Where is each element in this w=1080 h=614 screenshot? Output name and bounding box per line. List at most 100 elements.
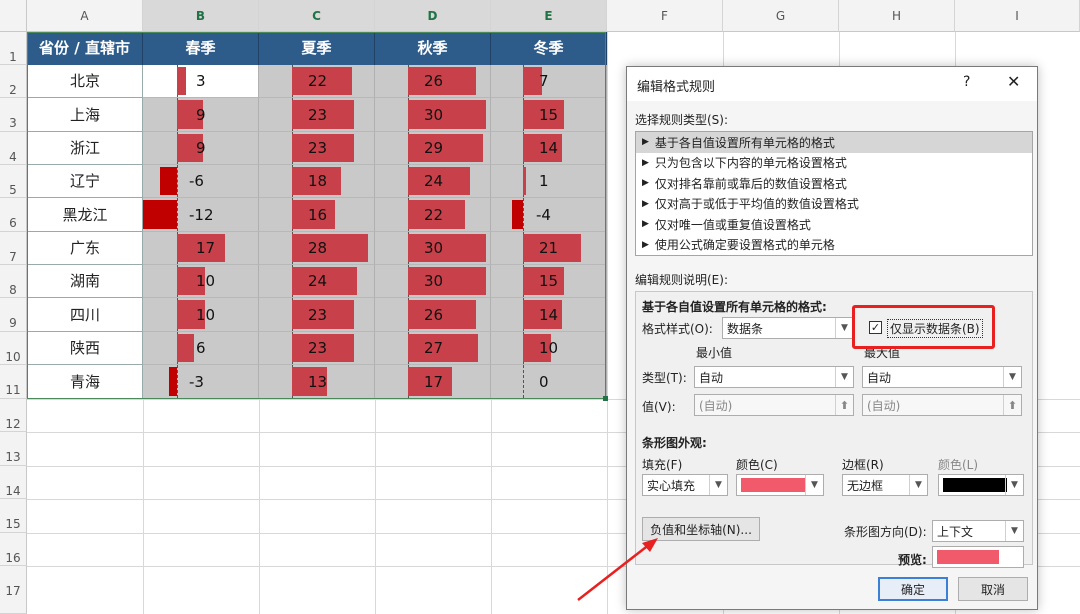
col-header-e[interactable]: E [491,0,607,32]
col-header-c[interactable]: C [259,0,375,32]
row-header[interactable]: 11 [0,365,27,399]
winter-cell[interactable]: 21 [491,232,607,265]
row-header[interactable]: 1 [0,32,27,65]
row-header[interactable]: 12 [0,399,27,432]
autumn-cell[interactable]: 17 [375,365,491,399]
summer-cell[interactable]: 22 [259,65,375,98]
col-header-f[interactable]: F [607,0,723,32]
row-header[interactable]: 9 [0,298,27,332]
ok-button[interactable]: 确定 [878,577,948,601]
winter-cell[interactable]: 7 [491,65,607,98]
winter-cell[interactable]: 0 [491,365,607,399]
header-province[interactable]: 省份 / 直辖市 [27,32,143,65]
province-cell[interactable]: 广东 [27,232,143,265]
autumn-cell[interactable]: 27 [375,332,491,365]
row-header[interactable]: 3 [0,98,27,132]
row-header[interactable]: 8 [0,265,27,298]
col-header-g[interactable]: G [723,0,839,32]
spring-cell[interactable]: 6 [143,332,259,365]
format-style-select[interactable]: 数据条 ▼ [722,317,854,339]
winter-cell[interactable]: -4 [491,198,607,232]
row-header[interactable]: 16 [0,533,27,566]
summer-cell[interactable]: 23 [259,332,375,365]
summer-cell[interactable]: 13 [259,365,375,399]
spring-cell[interactable]: 10 [143,265,259,298]
summer-cell[interactable]: 18 [259,165,375,198]
cancel-button[interactable]: 取消 [958,577,1028,601]
summer-cell[interactable]: 28 [259,232,375,265]
col-header-i[interactable]: I [955,0,1080,32]
spring-cell[interactable]: -6 [143,165,259,198]
row-header[interactable]: 4 [0,132,27,165]
select-all-corner[interactable] [0,0,27,32]
province-cell[interactable]: 四川 [27,298,143,332]
range-select-icon[interactable]: ⬆ [835,395,853,415]
summer-cell[interactable]: 23 [259,132,375,165]
summer-cell[interactable]: 24 [259,265,375,298]
autumn-cell[interactable]: 29 [375,132,491,165]
row-header[interactable]: 15 [0,499,27,533]
autumn-cell[interactable]: 30 [375,98,491,132]
max-type-select[interactable]: 自动 ▼ [862,366,1022,388]
rule-type-item[interactable]: ▶ 仅对唯一值或重复值设置格式 [636,214,1032,235]
autumn-cell[interactable]: 26 [375,298,491,332]
spring-cell[interactable]: 3 [143,65,259,98]
rule-type-item[interactable]: ▶ 基于各自值设置所有单元格的格式 [636,132,1032,153]
rule-type-item[interactable]: ▶ 使用公式确定要设置格式的单元格 [636,235,1032,256]
header-winter[interactable]: 冬季 [491,32,607,65]
border-color-picker[interactable]: ▼ [938,474,1024,496]
spring-cell[interactable]: 9 [143,98,259,132]
col-header-d[interactable]: D [375,0,491,32]
winter-cell[interactable]: 10 [491,332,607,365]
spring-cell[interactable]: -3 [143,365,259,399]
winter-cell[interactable]: 15 [491,98,607,132]
province-cell[interactable]: 湖南 [27,265,143,298]
row-header[interactable]: 2 [0,65,27,98]
rule-type-list[interactable]: ▶ 基于各自值设置所有单元格的格式 ▶ 只为包含以下内容的单元格设置格式 ▶ 仅对排名… [635,131,1033,256]
province-cell[interactable]: 浙江 [27,132,143,165]
province-cell[interactable]: 青海 [27,365,143,399]
range-select-icon[interactable]: ⬆ [1003,395,1021,415]
fill-handle[interactable] [603,396,608,401]
header-summer[interactable]: 夏季 [259,32,375,65]
province-cell[interactable]: 黑龙江 [27,198,143,232]
province-cell[interactable]: 北京 [27,65,143,98]
province-cell[interactable]: 陕西 [27,332,143,365]
rule-type-item[interactable]: ▶ 仅对高于或低于平均值的数值设置格式 [636,194,1032,215]
max-value-input[interactable]: (自动) ⬆ [862,394,1022,416]
spring-cell[interactable]: 17 [143,232,259,265]
header-spring[interactable]: 春季 [143,32,259,65]
rule-type-item[interactable]: ▶ 只为包含以下内容的单元格设置格式 [636,153,1032,174]
min-type-select[interactable]: 自动 ▼ [694,366,854,388]
province-cell[interactable]: 上海 [27,98,143,132]
col-header-b[interactable]: B [143,0,259,32]
row-header[interactable]: 13 [0,432,27,466]
close-icon[interactable]: ✕ [1007,72,1020,91]
col-header-h[interactable]: H [839,0,955,32]
spring-cell[interactable]: 9 [143,132,259,165]
border-select[interactable]: 无边框 ▼ [842,474,928,496]
province-cell[interactable]: 辽宁 [27,165,143,198]
row-header[interactable]: 14 [0,466,27,499]
row-header[interactable]: 10 [0,332,27,365]
fill-color-picker[interactable]: ▼ [736,474,824,496]
autumn-cell[interactable]: 30 [375,265,491,298]
fill-select[interactable]: 实心填充 ▼ [642,474,728,496]
rule-type-item[interactable]: ▶ 仅对排名靠前或靠后的数值设置格式 [636,173,1032,194]
spring-cell[interactable]: -12 [143,198,259,232]
autumn-cell[interactable]: 22 [375,198,491,232]
min-value-input[interactable]: (自动) ⬆ [694,394,854,416]
winter-cell[interactable]: 15 [491,265,607,298]
winter-cell[interactable]: 14 [491,298,607,332]
header-autumn[interactable]: 秋季 [375,32,491,65]
summer-cell[interactable]: 23 [259,298,375,332]
autumn-cell[interactable]: 26 [375,65,491,98]
autumn-cell[interactable]: 30 [375,232,491,265]
row-header[interactable]: 17 [0,566,27,614]
autumn-cell[interactable]: 24 [375,165,491,198]
summer-cell[interactable]: 16 [259,198,375,232]
winter-cell[interactable]: 14 [491,132,607,165]
col-header-a[interactable]: A [27,0,143,32]
winter-cell[interactable]: 1 [491,165,607,198]
row-header[interactable]: 7 [0,232,27,265]
